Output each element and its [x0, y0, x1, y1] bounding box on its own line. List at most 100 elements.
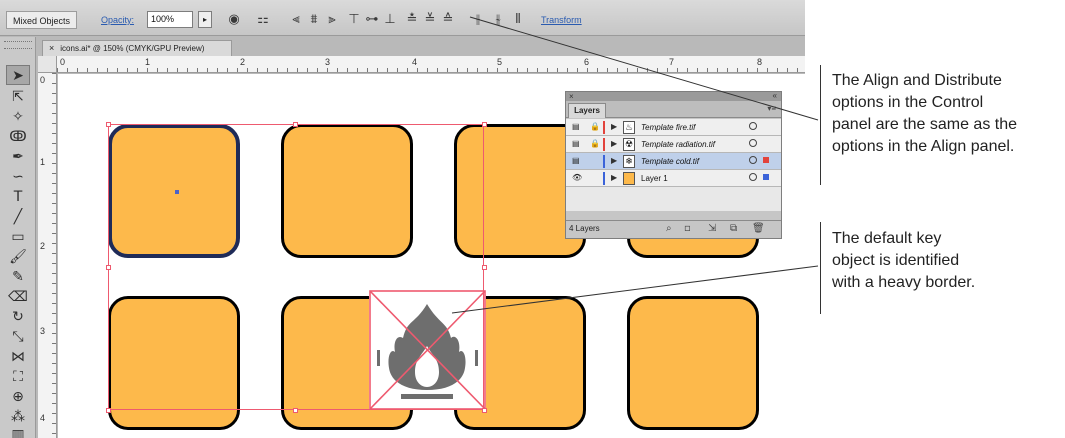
- layer-name[interactable]: Template radiation.tif: [641, 140, 715, 149]
- eye-icon[interactable]: 👁: [572, 174, 582, 182]
- curvature-tool-icon[interactable]: ∽: [6, 167, 30, 187]
- close-panel-icon[interactable]: ×: [569, 92, 574, 101]
- distribute-vertical-center-icon[interactable]: ≚: [422, 12, 438, 28]
- new-sublayer-icon[interactable]: ⇲: [708, 223, 716, 235]
- horizontal-ruler[interactable]: 0 1 2 3 4 5 6 7 8: [57, 56, 805, 73]
- symbol-sprayer-tool-icon[interactable]: ⁂: [6, 407, 30, 427]
- close-tab-icon[interactable]: ×: [49, 43, 54, 53]
- layer-name[interactable]: Template cold.tif: [641, 157, 699, 166]
- new-layer-icon[interactable]: ⧉: [730, 223, 737, 235]
- direct-selection-tool-icon[interactable]: ⇱: [6, 87, 30, 107]
- layer-row-template-cold[interactable]: ▤ ▶ ❄ Template cold.tif: [566, 153, 781, 170]
- callout-bar: [820, 222, 821, 314]
- transform-handle[interactable]: [106, 265, 111, 270]
- document-tab[interactable]: × icons.ai* @ 150% (CMYK/GPU Preview): [42, 40, 232, 56]
- layer-row-template-radiation[interactable]: ▤ 🔒 ▶ ☢ Template radiation.tif: [566, 136, 781, 153]
- transform-handle[interactable]: [293, 122, 298, 127]
- distribute-horizontal-center-icon[interactable]: ⫳: [490, 12, 506, 28]
- callout-line: object is identified: [832, 252, 960, 269]
- callout-line: The default key: [832, 230, 942, 247]
- target-icon[interactable]: [749, 122, 757, 130]
- template-visibility-icon[interactable]: ▤: [572, 140, 580, 148]
- control-panel: Mixed Objects Opacity: 100% ▸ ◉ ⚏ ⫷ ⩩ ⫸ …: [0, 0, 805, 36]
- transform-link[interactable]: Transform: [541, 15, 582, 25]
- shape-builder-tool-icon[interactable]: ⊕: [6, 387, 30, 407]
- opacity-dropdown-button[interactable]: ▸: [198, 11, 212, 28]
- locate-object-icon[interactable]: ⌕: [666, 223, 672, 235]
- document-tab-title: icons.ai* @ 150% (CMYK/GPU Preview): [60, 44, 205, 53]
- callout-bar: [820, 65, 821, 185]
- layer-row-layer-1[interactable]: 👁 ▶ Layer 1: [566, 170, 781, 187]
- expand-arrow-icon[interactable]: ▶: [611, 122, 617, 131]
- transform-handle[interactable]: [106, 408, 111, 413]
- panel-title-bar[interactable]: × «: [566, 91, 781, 101]
- distribute-left-icon[interactable]: ⫲: [470, 12, 486, 28]
- layer-list: ▤ 🔒 ▶ ♨ Template fire.tif ▤ 🔒 ▶ ☢ Templa…: [566, 119, 781, 211]
- transform-handle[interactable]: [482, 265, 487, 270]
- align-vertical-center-icon[interactable]: ⊶: [364, 12, 380, 28]
- selection-indicator[interactable]: [763, 157, 769, 163]
- expand-arrow-icon[interactable]: ▶: [611, 173, 617, 182]
- layer-count: 4 Layers: [569, 224, 600, 233]
- opacity-label-link[interactable]: Opacity:: [101, 15, 134, 25]
- ruler-origin[interactable]: [38, 56, 57, 73]
- pencil-tool-icon[interactable]: ✎: [6, 267, 30, 287]
- expand-arrow-icon[interactable]: ▶: [611, 139, 617, 148]
- template-visibility-icon[interactable]: ▤: [572, 157, 580, 165]
- lock-icon[interactable]: 🔒: [590, 140, 600, 148]
- lock-icon[interactable]: 🔒: [590, 123, 600, 131]
- recolor-icon[interactable]: ◉: [226, 12, 242, 28]
- align-to-selection-icon[interactable]: ⚏: [255, 12, 271, 28]
- ruler-number: 4: [40, 413, 46, 423]
- layer-thumbnail: [623, 172, 635, 185]
- tools-panel-grip[interactable]: [4, 41, 32, 49]
- align-left-icon[interactable]: ⫷: [288, 12, 304, 28]
- transform-handle[interactable]: [106, 122, 111, 127]
- target-icon[interactable]: [749, 139, 757, 147]
- tab-layers[interactable]: Layers: [568, 103, 606, 118]
- distribute-bottom-icon[interactable]: ≙: [440, 12, 456, 28]
- paintbrush-tool-icon[interactable]: 🖌: [6, 247, 30, 267]
- vertical-ruler[interactable]: 0 1 2 3 4: [38, 73, 57, 438]
- selection-indicator[interactable]: [763, 174, 769, 180]
- transform-handle[interactable]: [293, 408, 298, 413]
- graph-tool-icon[interactable]: ▥: [6, 425, 30, 438]
- rotate-tool-icon[interactable]: ↻: [6, 307, 30, 327]
- align-bottom-icon[interactable]: ⊥: [382, 12, 398, 28]
- icon-tile[interactable]: [627, 296, 759, 430]
- lasso-tool-icon[interactable]: ↂ: [6, 127, 30, 147]
- pen-tool-icon[interactable]: ✒: [6, 147, 30, 167]
- free-transform-tool-icon[interactable]: ⛶: [6, 367, 30, 387]
- layer-name[interactable]: Template fire.tif: [641, 123, 695, 132]
- align-top-icon[interactable]: ⊤: [346, 12, 362, 28]
- distribute-top-icon[interactable]: ≛: [404, 12, 420, 28]
- transform-handle[interactable]: [482, 122, 487, 127]
- expand-arrow-icon[interactable]: ▶: [611, 156, 617, 165]
- transform-handle[interactable]: [482, 408, 487, 413]
- align-horizontal-center-icon[interactable]: ⩩: [306, 12, 322, 28]
- target-icon[interactable]: [749, 173, 757, 181]
- magic-wand-tool-icon[interactable]: ✧: [6, 107, 30, 127]
- callout-line: with a heavy border.: [832, 274, 976, 291]
- line-tool-icon[interactable]: ╱: [6, 207, 30, 227]
- delete-layer-icon[interactable]: 🗑: [752, 223, 765, 235]
- width-tool-icon[interactable]: ⋈: [6, 347, 30, 367]
- panel-menu-icon[interactable]: ▾≡: [767, 104, 776, 113]
- collapse-panel-icon[interactable]: «: [773, 91, 777, 100]
- opacity-input[interactable]: 100%: [147, 11, 193, 28]
- align-right-icon[interactable]: ⫸: [324, 12, 340, 28]
- layers-panel-footer: 4 Layers ⌕ ▫ ⇲ ⧉ 🗑: [566, 220, 781, 238]
- eraser-tool-icon[interactable]: ⌫: [6, 287, 30, 307]
- rectangle-tool-icon[interactable]: ▭: [6, 227, 30, 247]
- callout-line: panel are the same as the: [832, 116, 1018, 133]
- scale-tool-icon[interactable]: ⤡: [6, 327, 30, 347]
- layer-name[interactable]: Layer 1: [641, 174, 668, 183]
- clipping-mask-icon[interactable]: ▫: [684, 223, 691, 235]
- distribute-right-icon[interactable]: ⫴: [510, 12, 526, 28]
- selection-type-label: Mixed Objects: [6, 11, 78, 29]
- template-visibility-icon[interactable]: ▤: [572, 123, 580, 131]
- selection-tool-icon[interactable]: ➤: [6, 65, 30, 85]
- type-tool-icon[interactable]: T: [6, 187, 30, 207]
- layer-row-template-fire[interactable]: ▤ 🔒 ▶ ♨ Template fire.tif: [566, 119, 781, 136]
- target-icon[interactable]: [749, 156, 757, 164]
